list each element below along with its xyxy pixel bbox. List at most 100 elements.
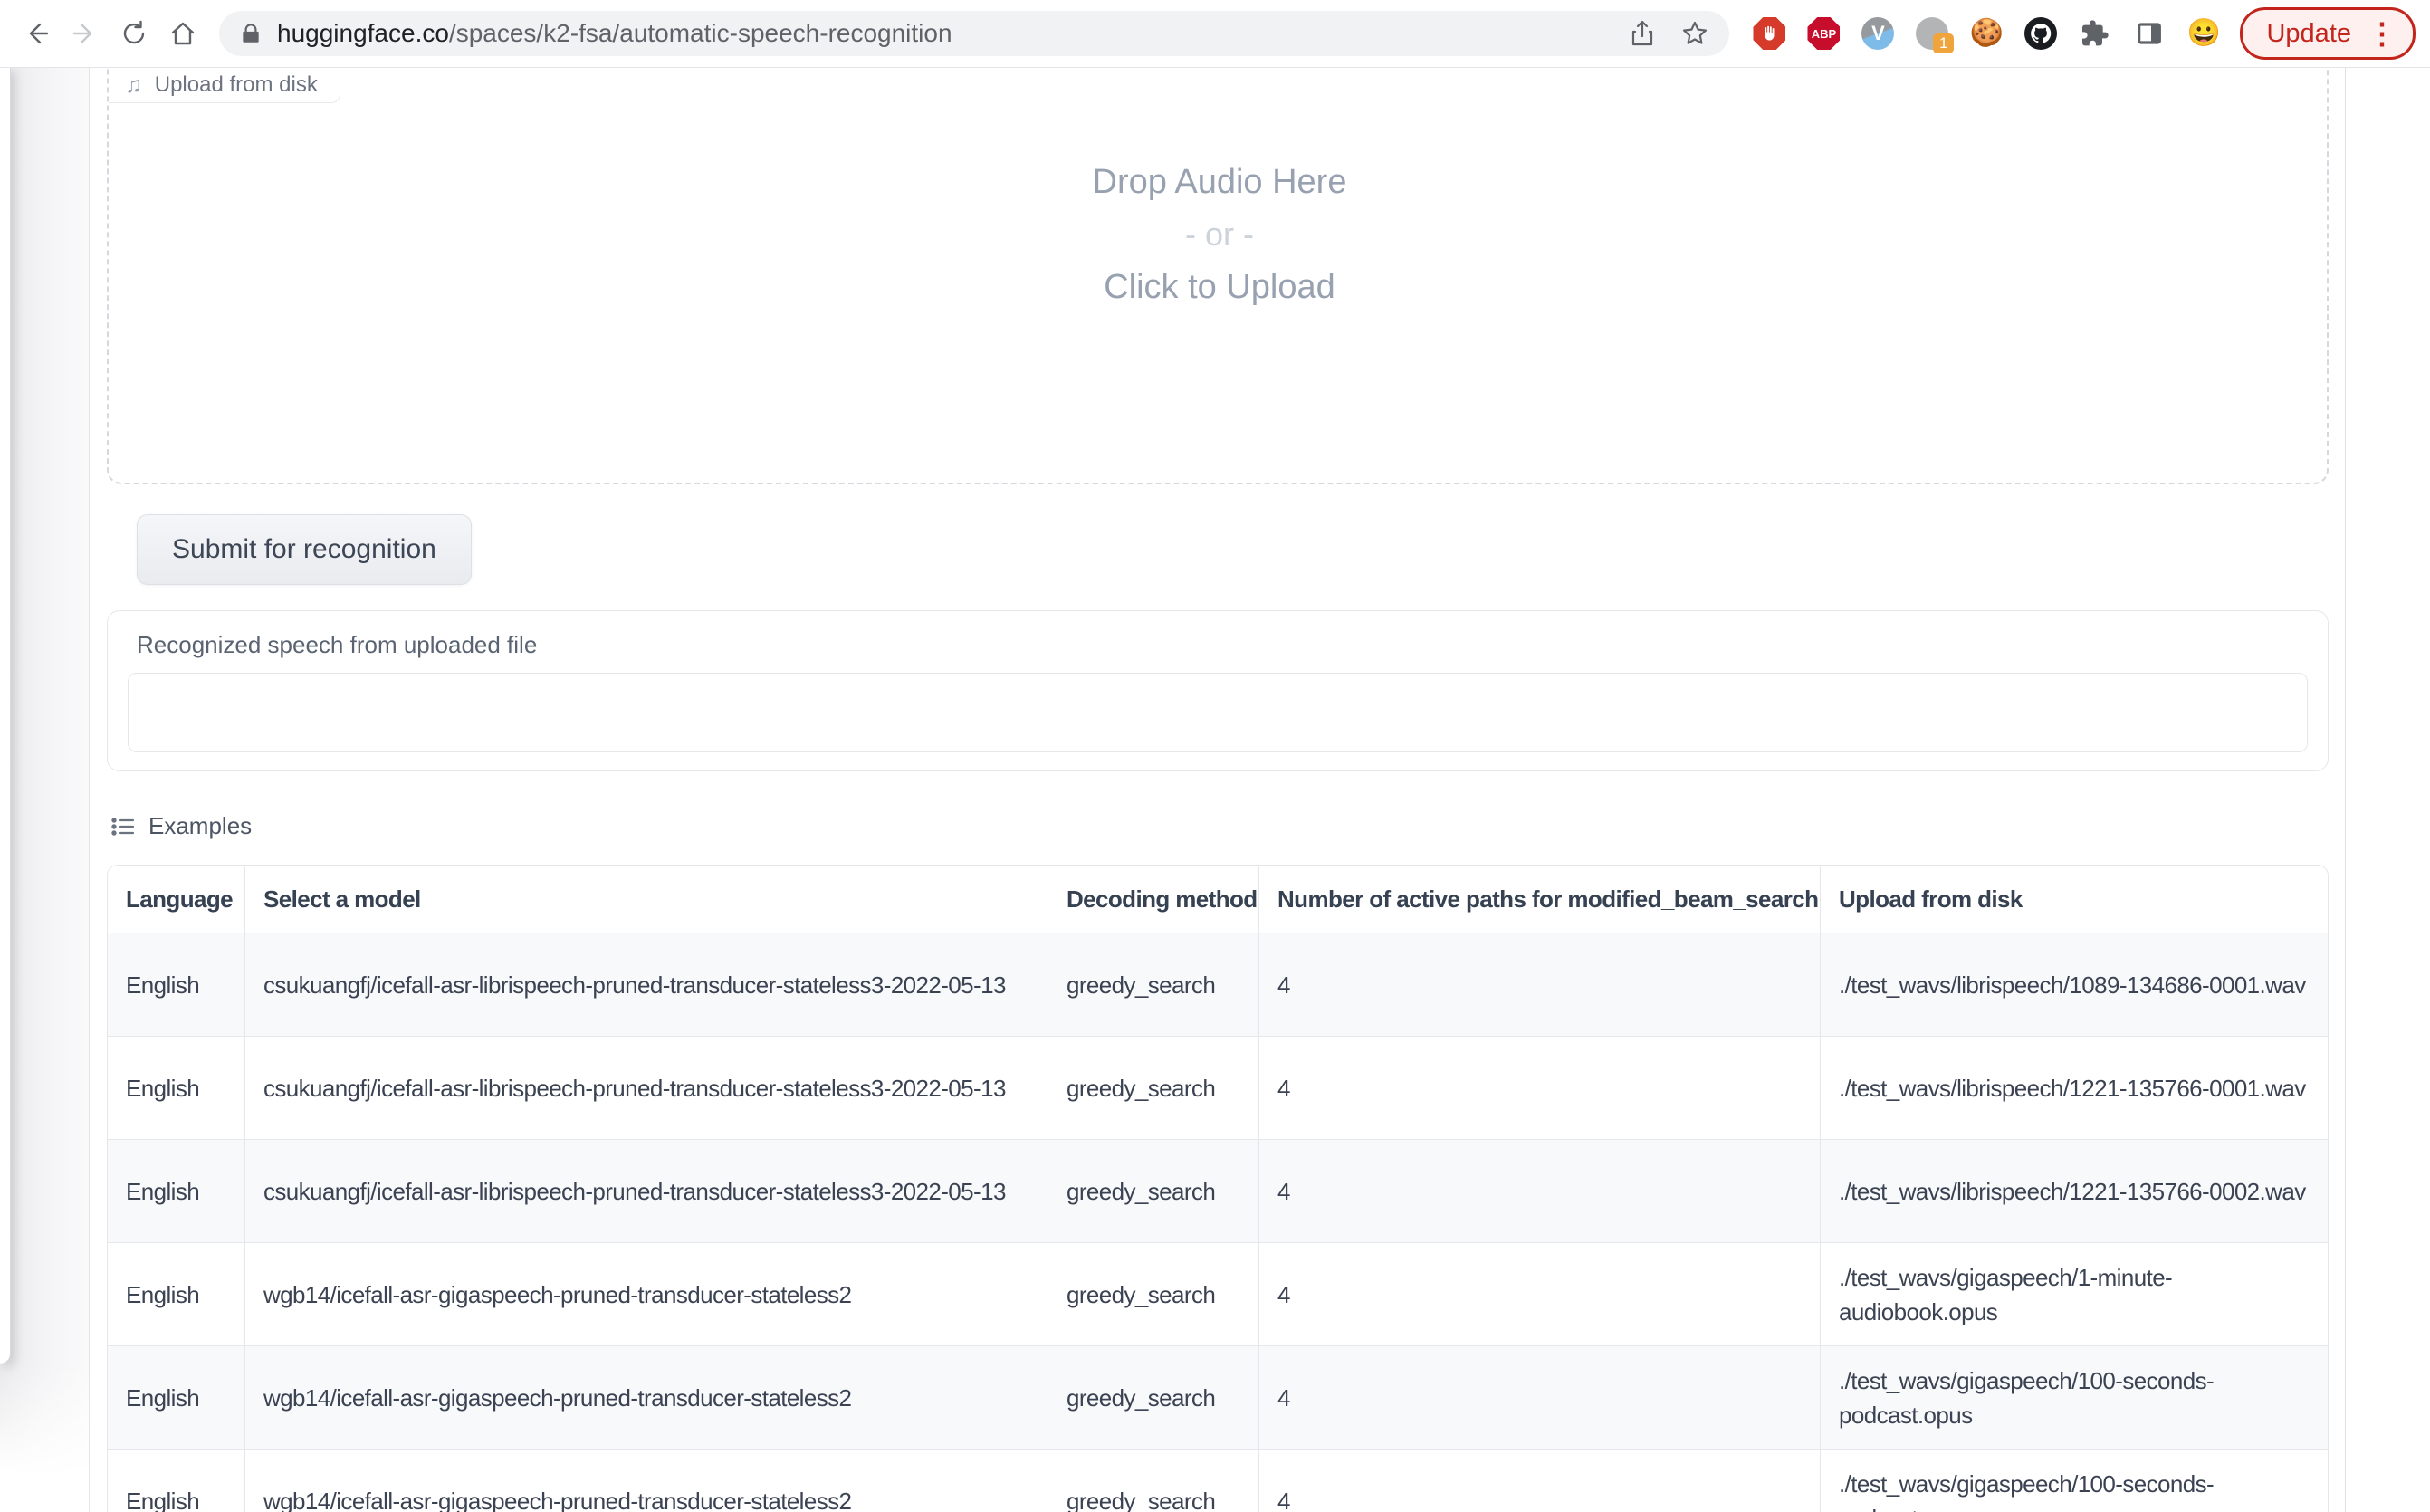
back-icon	[21, 18, 52, 49]
recognized-speech-panel: Recognized speech from uploaded file	[107, 610, 2329, 771]
address-bar[interactable]: huggingface.co/spaces/k2-fsa/automatic-s…	[219, 11, 1729, 56]
home-button[interactable]	[161, 12, 205, 55]
example-row[interactable]: Englishcsukuangfj/icefall-asr-librispeec…	[108, 1037, 2328, 1140]
paths-cell: 4	[1259, 933, 1821, 1037]
examples-table: LanguageSelect a modelDecoding methodNum…	[108, 866, 2328, 1512]
examples-table-container: LanguageSelect a modelDecoding methodNum…	[107, 865, 2329, 1512]
vimium-extension-icon[interactable]: V	[1860, 15, 1896, 52]
content-left-divider	[89, 68, 90, 1512]
column-header: Upload from disk	[1821, 866, 2328, 933]
decoding-cell: greedy_search	[1048, 1450, 1259, 1512]
forward-icon	[70, 18, 100, 49]
upload-cell: ./test_wavs/librispeech/1089-134686-0001…	[1821, 933, 2328, 1037]
example-row[interactable]: Englishwgb14/icefall-asr-gigaspeech-prun…	[108, 1346, 2328, 1450]
decoding-cell: greedy_search	[1048, 933, 1259, 1037]
submit-button-label: Submit for recognition	[172, 534, 436, 565]
example-row[interactable]: Englishwgb14/icefall-asr-gigaspeech-prun…	[108, 1450, 2328, 1512]
home-icon	[167, 18, 198, 49]
bookmark-star-icon[interactable]	[1680, 19, 1709, 48]
paths-cell: 4	[1259, 1450, 1821, 1512]
side-panel-icon[interactable]	[2131, 15, 2167, 52]
model-cell: wgb14/icefall-asr-gigaspeech-pruned-tran…	[245, 1243, 1048, 1346]
left-gutter-fade	[0, 1364, 89, 1512]
submit-for-recognition-button[interactable]: Submit for recognition	[137, 514, 472, 585]
model-cell: csukuangfj/icefall-asr-librispeech-prune…	[245, 1037, 1048, 1140]
upload-cell: ./test_wavs/gigaspeech/100-seconds-podca…	[1821, 1346, 2328, 1450]
upload-from-disk-tab[interactable]: ♫ Upload from disk	[109, 68, 340, 103]
decoding-cell: greedy_search	[1048, 1037, 1259, 1140]
chrome-update-button[interactable]: Update ⋮	[2240, 7, 2416, 60]
url-path: /spaces/k2-fsa/automatic-speech-recognit…	[449, 19, 952, 47]
decoding-cell: greedy_search	[1048, 1346, 1259, 1450]
music-note-icon: ♫	[125, 74, 142, 97]
recognized-speech-output[interactable]	[128, 673, 2308, 752]
example-row[interactable]: Englishcsukuangfj/icefall-asr-librispeec…	[108, 933, 2328, 1037]
gray-extension-icon[interactable]: 1	[1914, 15, 1950, 52]
model-cell: wgb14/icefall-asr-gigaspeech-pruned-tran…	[245, 1450, 1048, 1512]
github-icon	[2024, 17, 2057, 50]
audio-drop-area[interactable]: Drop Audio Here - or - Click to Upload	[107, 68, 2329, 484]
model-cell: csukuangfj/icefall-asr-librispeech-prune…	[245, 933, 1048, 1037]
page-viewport: Drop Audio Here - or - Click to Upload ♫…	[0, 68, 2430, 1512]
cookie-extension-icon[interactable]: 🍪	[1968, 15, 2004, 52]
github-extension-icon[interactable]	[2023, 15, 2059, 52]
paths-cell: 4	[1259, 1243, 1821, 1346]
browser-toolbar: huggingface.co/spaces/k2-fsa/automatic-s…	[0, 0, 2430, 68]
paths-cell: 4	[1259, 1037, 1821, 1140]
examples-header: Examples	[110, 812, 252, 840]
upload-cell: ./test_wavs/gigaspeech/100-seconds-podca…	[1821, 1450, 2328, 1512]
paths-cell: 4	[1259, 1140, 1821, 1243]
decoding-cell: greedy_search	[1048, 1140, 1259, 1243]
url-domain: huggingface.co	[277, 19, 449, 47]
language-cell: English	[108, 1243, 245, 1346]
upload-cell: ./test_wavs/gigaspeech/1-minute-audioboo…	[1821, 1243, 2328, 1346]
extensions-puzzle-icon[interactable]	[2077, 15, 2113, 52]
left-gutter	[0, 68, 89, 1512]
url-text: huggingface.co/spaces/k2-fsa/automatic-s…	[277, 19, 952, 48]
reload-button[interactable]	[112, 12, 156, 55]
forward-button[interactable]	[63, 12, 107, 55]
column-header: Number of active paths for modified_beam…	[1259, 866, 1821, 933]
or-text: - or -	[109, 209, 2330, 260]
table-header-row: LanguageSelect a modelDecoding methodNum…	[108, 866, 2328, 933]
example-row[interactable]: Englishcsukuangfj/icefall-asr-librispeec…	[108, 1140, 2328, 1243]
back-button[interactable]	[14, 12, 58, 55]
language-cell: English	[108, 1450, 245, 1512]
adblock-extension-icon[interactable]	[1751, 15, 1787, 52]
extensions-area: ABP V 1 🍪 😀	[1751, 15, 2222, 52]
upload-cell: ./test_wavs/librispeech/1221-135766-0002…	[1821, 1140, 2328, 1243]
browser-window: { "browser": { "url_domain": "huggingfac…	[0, 0, 2430, 1512]
scrollbar-track-line[interactable]	[2345, 68, 2346, 1512]
language-cell: English	[108, 1346, 245, 1450]
abp-extension-icon[interactable]: ABP	[1805, 15, 1842, 52]
recognized-speech-label: Recognized speech from uploaded file	[137, 631, 537, 659]
list-icon	[110, 814, 136, 839]
gradio-app: Drop Audio Here - or - Click to Upload ♫…	[107, 68, 2329, 1512]
left-card-edge	[0, 68, 11, 1364]
drop-zone-text[interactable]: Drop Audio Here - or - Click to Upload	[109, 155, 2330, 314]
lock-icon	[239, 22, 263, 45]
drop-audio-here-text: Drop Audio Here	[109, 155, 2330, 209]
model-cell: csukuangfj/icefall-asr-librispeech-prune…	[245, 1140, 1048, 1243]
upload-tab-label: Upload from disk	[155, 72, 318, 98]
upload-cell: ./test_wavs/librispeech/1221-135766-0001…	[1821, 1037, 2328, 1140]
model-cell: wgb14/icefall-asr-gigaspeech-pruned-tran…	[245, 1346, 1048, 1450]
click-to-upload-text: Click to Upload	[109, 260, 2330, 314]
share-icon[interactable]	[1628, 19, 1657, 48]
language-cell: English	[108, 1037, 245, 1140]
column-header: Language	[108, 866, 245, 933]
extension-badge: 1	[1933, 33, 1954, 53]
example-row[interactable]: Englishwgb14/icefall-asr-gigaspeech-prun…	[108, 1243, 2328, 1346]
smiley-profile-icon[interactable]: 😀	[2186, 15, 2222, 52]
column-header: Decoding method	[1048, 866, 1259, 933]
update-label: Update	[2266, 19, 2351, 49]
examples-label: Examples	[148, 812, 252, 840]
examples-tbody: Englishcsukuangfj/icefall-asr-librispeec…	[108, 933, 2328, 1512]
reload-icon	[119, 18, 149, 49]
browser-menu-icon[interactable]: ⋮	[2362, 19, 2402, 48]
decoding-cell: greedy_search	[1048, 1243, 1259, 1346]
language-cell: English	[108, 933, 245, 1037]
column-header: Select a model	[245, 866, 1048, 933]
hand-icon	[1759, 24, 1779, 43]
paths-cell: 4	[1259, 1346, 1821, 1450]
